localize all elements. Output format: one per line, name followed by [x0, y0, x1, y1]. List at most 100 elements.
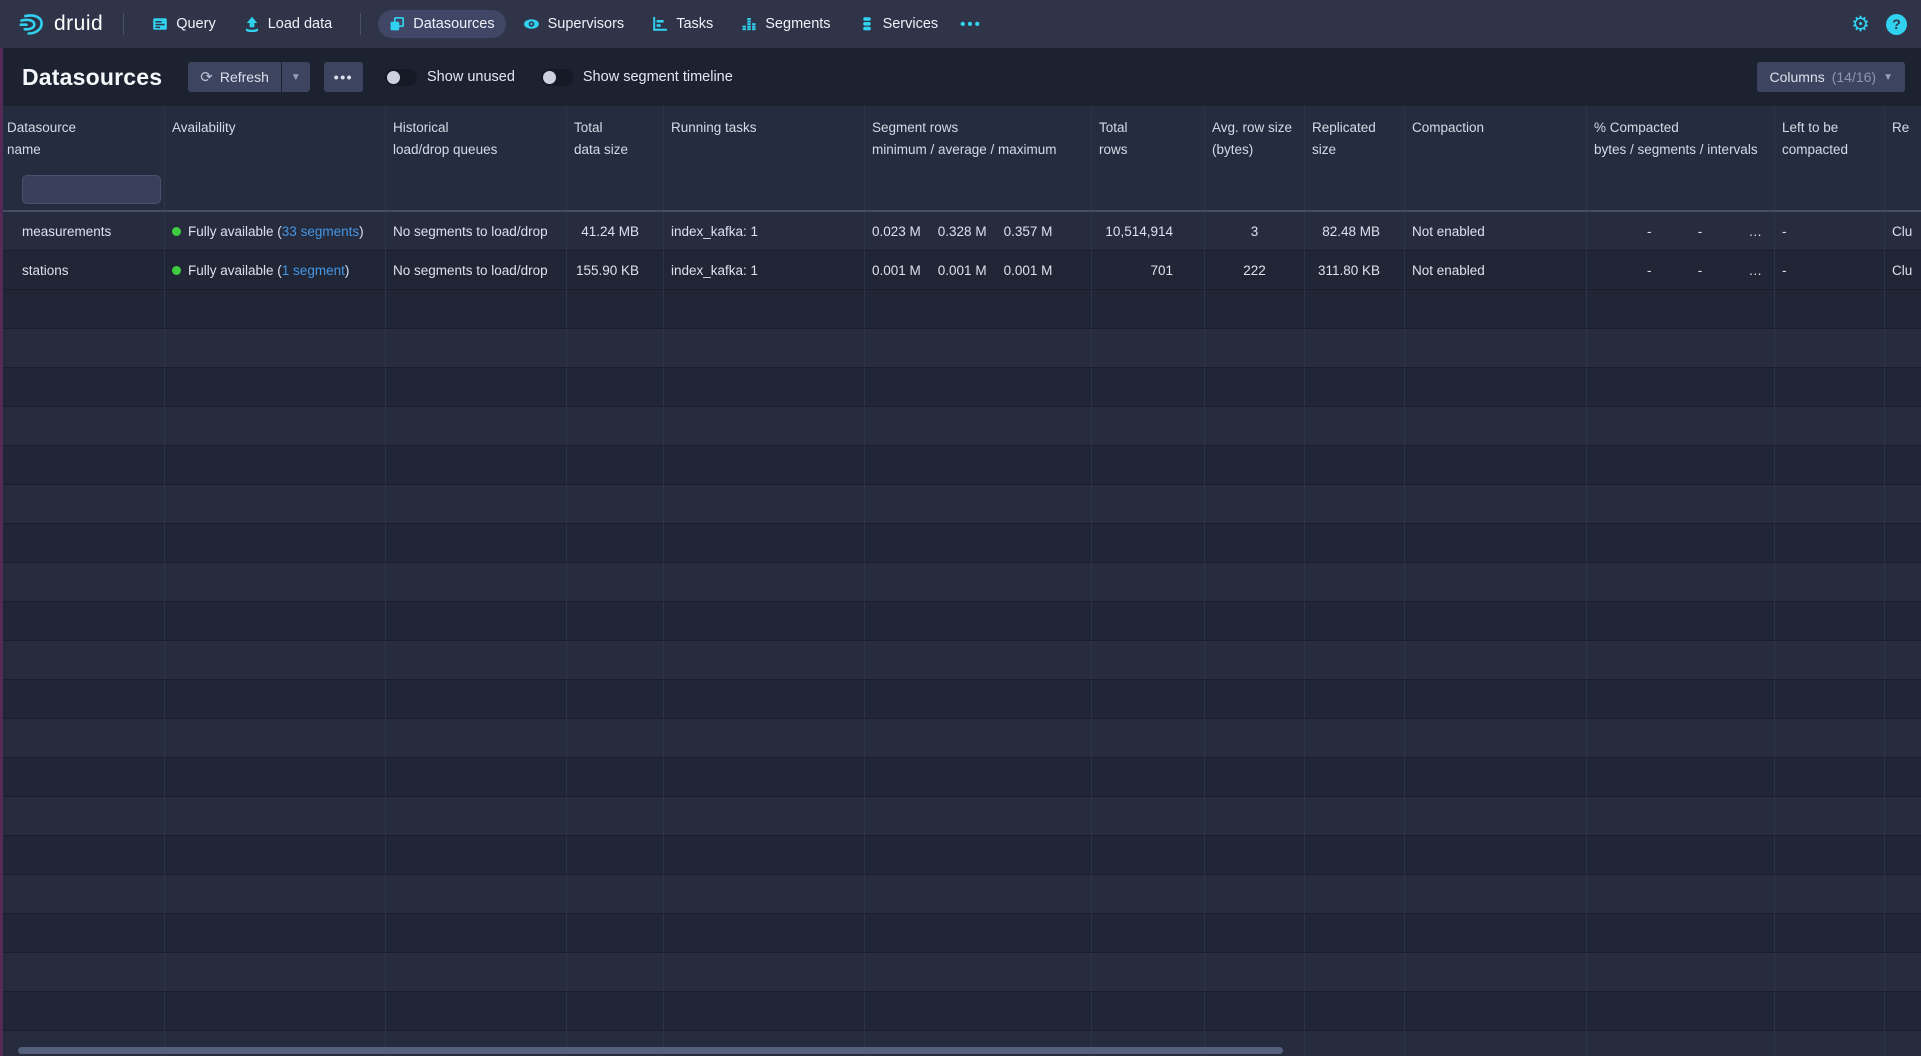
table-row-stations[interactable]: stationsFully available (1 segment)No se… [0, 251, 1921, 290]
empty-cell [165, 290, 386, 328]
empty-cell [165, 641, 386, 679]
nav-item-label: Tasks [676, 16, 713, 32]
empty-cell [664, 914, 865, 952]
empty-cell [1775, 524, 1885, 562]
help-icon[interactable]: ? [1886, 14, 1907, 35]
segments-link[interactable]: 1 segment [282, 263, 345, 278]
toggle-switch-off[interactable] [385, 69, 417, 86]
empty-cell [1405, 914, 1587, 952]
empty-cell [567, 992, 664, 1030]
column-header-totalData[interactable]: Totaldata size [567, 106, 664, 168]
empty-cell [1587, 797, 1775, 835]
empty-cell [664, 602, 865, 640]
empty-cell [1587, 407, 1775, 445]
empty-cell [1885, 407, 1921, 445]
column-header-leftToCompact[interactable]: Left to becompacted [1775, 106, 1885, 168]
empty-cell [664, 797, 865, 835]
empty-cell [0, 446, 165, 484]
empty-cell [1587, 719, 1775, 757]
nav-item-segments[interactable]: Segments [730, 10, 841, 38]
column-header-runningTasks[interactable]: Running tasks [664, 106, 865, 168]
empty-cell [1205, 602, 1305, 640]
settings-gear-icon[interactable]: ⚙ [1851, 14, 1870, 35]
nav-more-button[interactable]: ••• [952, 10, 990, 39]
empty-cell [1205, 953, 1305, 991]
empty-cell [1587, 329, 1775, 367]
empty-cell [1405, 1031, 1587, 1056]
column-header-pctCompacted[interactable]: % Compactedbytes / segments / intervals [1587, 106, 1775, 168]
nav-item-supervisors[interactable]: Supervisors [512, 10, 636, 38]
refresh-interval-dropdown-button[interactable]: ▼ [282, 62, 310, 92]
column-header-name[interactable]: Datasourcename [0, 106, 165, 168]
nav-item-datasources[interactable]: Datasources [378, 10, 505, 38]
empty-cell [386, 407, 567, 445]
column-header-historical[interactable]: Historicalload/drop queues [386, 106, 567, 168]
empty-cell [0, 407, 165, 445]
empty-cell [0, 641, 165, 679]
empty-cell [1305, 641, 1405, 679]
column-header-retention[interactable]: Re [1885, 106, 1921, 168]
empty-table-row [0, 797, 1921, 836]
show-segment-timeline-toggle[interactable]: Show segment timeline [541, 69, 733, 86]
empty-cell [1775, 875, 1885, 913]
nav-item-query[interactable]: Query [141, 10, 227, 38]
nav-item-tasks[interactable]: Tasks [641, 10, 724, 38]
empty-cell [865, 563, 1092, 601]
nav-item-label: Query [176, 16, 216, 32]
empty-cell [1775, 719, 1885, 757]
empty-cell [1405, 758, 1587, 796]
empty-cell [1885, 758, 1921, 796]
cell-avgRowSize: 3 [1205, 212, 1305, 250]
column-header-totalRows[interactable]: Totalrows [1092, 106, 1205, 168]
empty-cell [1305, 446, 1405, 484]
empty-cell [386, 446, 567, 484]
empty-cell [567, 290, 664, 328]
show-segment-timeline-label: Show segment timeline [583, 69, 733, 85]
column-header-segmentRows[interactable]: Segment rowsminimum / average / maximum [865, 106, 1092, 168]
view-toolbar: Datasources ⟳ Refresh ▼ ••• Show unused … [0, 48, 1921, 106]
empty-cell [1205, 680, 1305, 718]
column-header-replicatedSize[interactable]: Replicatedsize [1305, 106, 1405, 168]
empty-cell [1587, 446, 1775, 484]
druid-logo[interactable]: druid [18, 11, 103, 38]
empty-cell [865, 290, 1092, 328]
empty-cell [1405, 329, 1587, 367]
show-unused-label: Show unused [427, 69, 515, 85]
cell-availability: Fully available (33 segments) [165, 212, 386, 250]
empty-cell [567, 758, 664, 796]
empty-cell [865, 914, 1092, 952]
empty-cell [1205, 641, 1305, 679]
column-header-availability[interactable]: Availability [165, 106, 386, 168]
empty-cell [1775, 485, 1885, 523]
refresh-icon: ⟳ [200, 68, 213, 86]
nav-item-load-data[interactable]: Load data [233, 10, 344, 38]
empty-cell [1405, 680, 1587, 718]
table-header: DatasourcenameAvailabilityHistoricalload… [0, 106, 1921, 168]
nav-item-services[interactable]: Services [848, 10, 950, 38]
empty-cell [1305, 407, 1405, 445]
empty-cell [1885, 329, 1921, 367]
empty-cell [664, 329, 865, 367]
horizontal-scrollbar-thumb[interactable] [18, 1047, 1283, 1054]
filter-cell-compaction [1405, 168, 1587, 210]
more-actions-button[interactable]: ••• [324, 62, 363, 92]
segments-link[interactable]: 33 segments [282, 224, 359, 239]
table-row-measurements[interactable]: measurementsFully available (33 segments… [0, 212, 1921, 251]
refresh-button[interactable]: ⟳ Refresh [188, 62, 281, 92]
empty-cell [165, 953, 386, 991]
empty-cell [664, 719, 865, 757]
empty-table-row [0, 446, 1921, 485]
column-header-avgRowSize[interactable]: Avg. row size(bytes) [1205, 106, 1305, 168]
show-unused-toggle[interactable]: Show unused [385, 69, 515, 86]
empty-cell [1092, 407, 1205, 445]
empty-cell [1587, 875, 1775, 913]
datasource-filter-input[interactable] [22, 175, 161, 204]
empty-cell [1205, 914, 1305, 952]
toggle-switch-off[interactable] [541, 69, 573, 86]
columns-picker-button[interactable]: Columns (14/16) ▼ [1757, 62, 1905, 92]
empty-cell [567, 485, 664, 523]
empty-cell [567, 368, 664, 406]
cell-avgRowSize: 222 [1205, 251, 1305, 289]
left-edge-accent [0, 48, 3, 1056]
column-header-compaction[interactable]: Compaction [1405, 106, 1587, 168]
